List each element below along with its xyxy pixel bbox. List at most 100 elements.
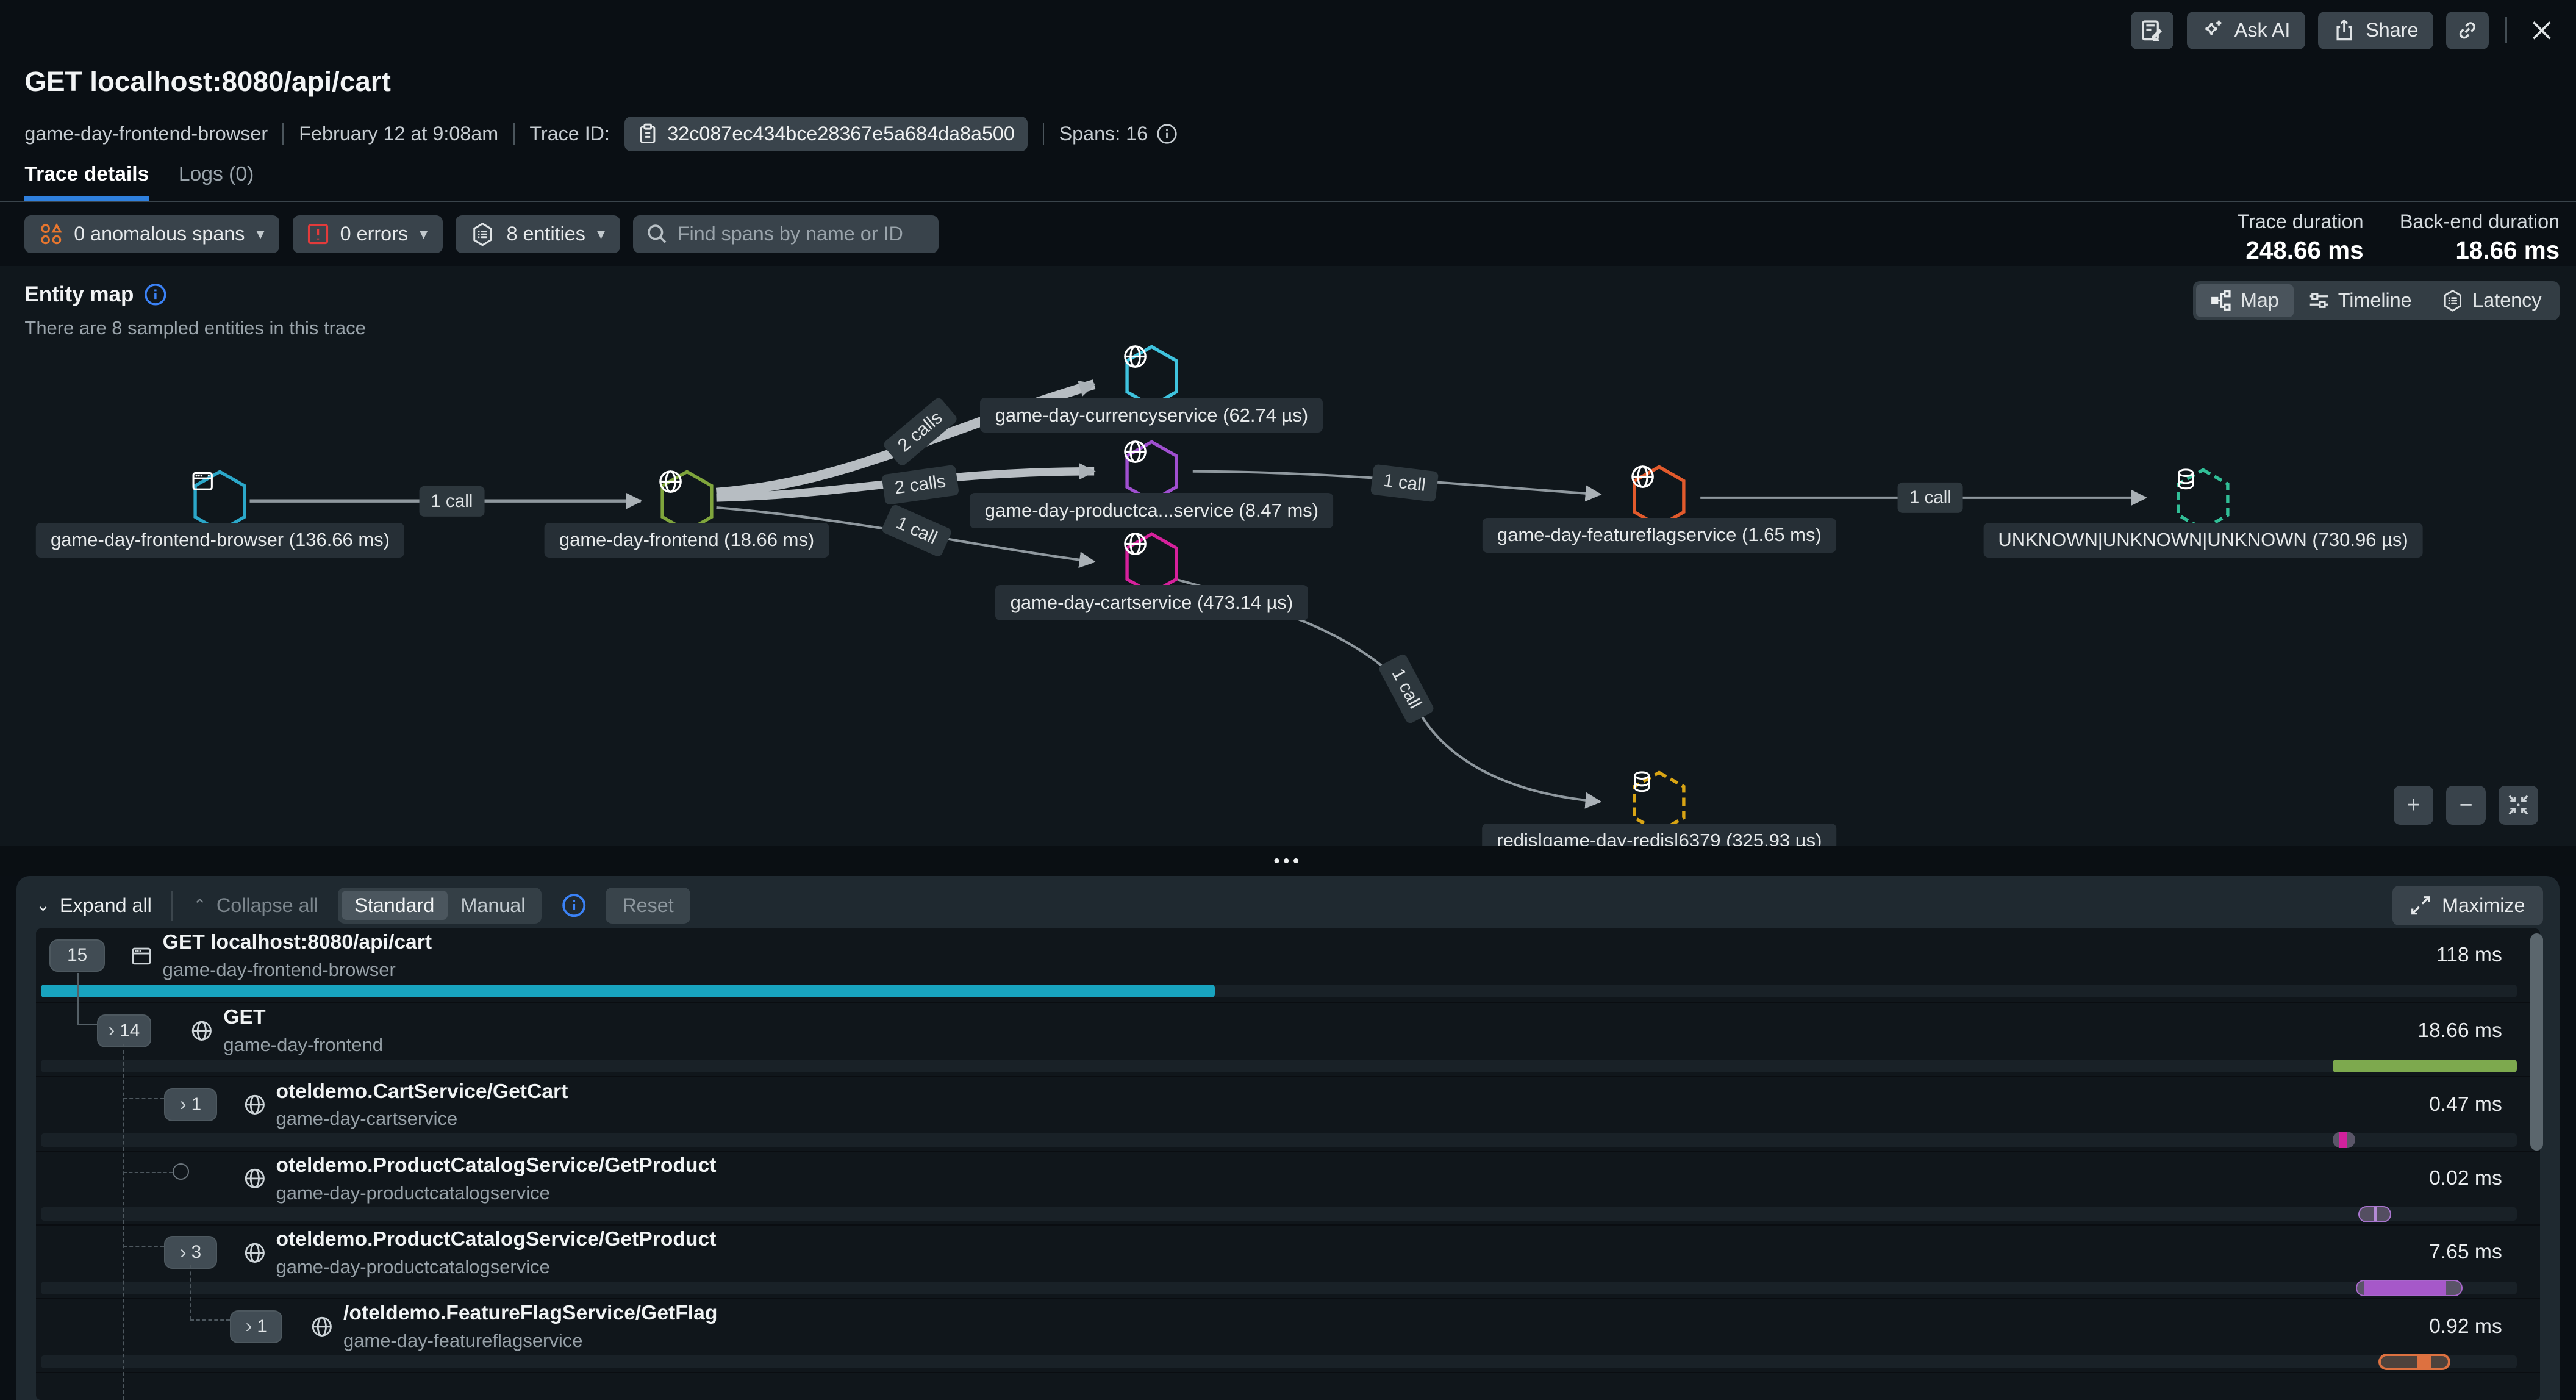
minus-icon: − — [2460, 792, 2473, 818]
tree-connector — [190, 1265, 191, 1319]
close-button[interactable] — [2524, 12, 2560, 48]
filter-bar: 0 anomalous spans ▾ 0 errors ▾ 8 entitie… — [24, 215, 939, 253]
span-bar[interactable] — [2356, 1280, 2463, 1296]
span-timeline-track — [41, 985, 2517, 998]
globe-icon — [190, 1019, 213, 1043]
span-bar[interactable] — [2378, 1354, 2451, 1370]
fit-view-button[interactable] — [2499, 786, 2538, 825]
globe-icon — [243, 1093, 267, 1116]
tree-connector — [77, 973, 79, 1024]
span-row[interactable]: › 1 /oteldemo.FeatureFlagService/GetFlag… — [36, 1298, 2540, 1372]
reset-button[interactable]: Reset — [606, 888, 690, 924]
collapse-all-button[interactable]: ⌃ Collapse all — [193, 894, 318, 917]
share-button[interactable]: Share — [2318, 12, 2433, 49]
span-duration: 0.02 ms — [2429, 1167, 2540, 1190]
errors-filter[interactable]: 0 errors ▾ — [293, 215, 443, 253]
entity-label-featureflagservice[interactable]: game-day-featureflagservice (1.65 ms) — [1483, 518, 1836, 553]
expand-all-button[interactable]: ⌄ Expand all — [36, 894, 152, 917]
span-row[interactable]: › 14 GET game-day-frontend 18.66 ms — [36, 1002, 2540, 1076]
span-name: oteldemo.ProductCatalogService/GetProduc… — [276, 1154, 717, 1177]
tree-connector — [77, 1024, 97, 1025]
panel-resize-strip: ••• — [0, 846, 2576, 875]
entity-label-frontend-browser[interactable]: game-day-frontend-browser (136.66 ms) — [36, 523, 404, 558]
share-label: Share — [2366, 19, 2418, 41]
span-name: GET localhost:8080/api/cart — [163, 931, 432, 954]
span-bar[interactable] — [41, 985, 1214, 998]
span-row[interactable]: › 3 oteldemo.ProductCatalogService/GetPr… — [36, 1224, 2540, 1298]
span-duration: 0.92 ms — [2429, 1315, 2540, 1338]
span-service: game-day-frontend — [223, 1034, 383, 1055]
tab-trace-details[interactable]: Trace details — [24, 163, 149, 201]
span-timeline-track — [41, 1282, 2517, 1295]
span-name: oteldemo.ProductCatalogService/GetProduc… — [276, 1228, 717, 1251]
trace-details-window: Ask AI Share GET localhost:8080/api/ — [0, 0, 2576, 1400]
span-row[interactable]: oteldemo.ProductCatalogService/GetProduc… — [36, 1151, 2540, 1224]
entities-hexagon-icon — [470, 222, 495, 246]
collapse-arrows-icon — [2508, 794, 2529, 816]
tree-connector — [190, 1319, 230, 1321]
span-duration: 7.65 ms — [2429, 1241, 2540, 1264]
entities-filter[interactable]: 8 entities ▾ — [456, 215, 620, 253]
span-service: game-day-productcatalogservice — [276, 1182, 717, 1204]
share-icon — [2333, 19, 2356, 42]
info-icon[interactable] — [562, 893, 586, 917]
span-service: game-day-featureflagservice — [343, 1330, 717, 1351]
span-timeline-track — [41, 1060, 2517, 1073]
clipboard-icon — [638, 123, 657, 145]
entity-label-currencyservice[interactable]: game-day-currencyservice (62.74 µs) — [980, 398, 1323, 433]
span-bar[interactable] — [2358, 1206, 2391, 1222]
span-row[interactable]: 15 GET localhost:8080/api/cart game-day-… — [36, 928, 2540, 1002]
tree-connector — [123, 1098, 164, 1099]
ask-ai-label: Ask AI — [2234, 19, 2291, 41]
span-bar[interactable] — [2333, 1132, 2356, 1148]
span-duration: 0.47 ms — [2429, 1093, 2540, 1116]
sparkle-icon — [2202, 19, 2225, 42]
expand-span-badge[interactable]: › 1 — [164, 1088, 216, 1121]
span-count-badge[interactable]: 15 — [49, 939, 106, 972]
expand-span-badge[interactable]: › 14 — [97, 1014, 151, 1047]
tab-bar: Trace details Logs (0) — [0, 163, 2576, 203]
maximize-button[interactable]: Maximize — [2392, 886, 2543, 925]
link-icon — [2456, 19, 2479, 42]
collapse-all-label: Collapse all — [216, 894, 318, 917]
toolbar-divider — [2505, 17, 2507, 43]
trace-id-value: 32c087ec434bce28367e5a684da8a500 — [667, 123, 1015, 145]
span-duration: 118 ms — [2436, 944, 2540, 967]
copy-link-button[interactable] — [2446, 12, 2489, 49]
search-input[interactable] — [678, 223, 926, 245]
span-row[interactable]: › 1 oteldemo.CartService/GetCart game-da… — [36, 1076, 2540, 1150]
zoom-out-button[interactable]: − — [2446, 786, 2486, 825]
meta-separator — [1043, 123, 1045, 146]
expand-all-label: Expand all — [60, 894, 152, 917]
ask-ai-button[interactable]: Ask AI — [2187, 12, 2305, 49]
entity-label-unknown[interactable]: UNKNOWN|UNKNOWN|UNKNOWN (730.96 µs) — [1983, 523, 2423, 558]
zoom-in-button[interactable]: + — [2394, 786, 2433, 825]
scrollbar-thumb[interactable] — [2530, 933, 2544, 1151]
tab-logs[interactable]: Logs (0) — [179, 163, 254, 201]
expand-span-badge[interactable]: › 1 — [230, 1310, 282, 1343]
expand-span-badge[interactable]: › 3 — [164, 1236, 216, 1269]
mode-standard-button[interactable]: Standard — [342, 891, 448, 920]
entities-label: 8 entities — [507, 223, 585, 245]
entity-label-cartservice[interactable]: game-day-cartservice (473.14 µs) — [995, 585, 1308, 620]
trace-id-copy-button[interactable]: 32c087ec434bce28367e5a684da8a500 — [624, 117, 1028, 151]
meta-separator — [282, 123, 284, 146]
anomalous-spans-label: 0 anomalous spans — [74, 223, 245, 245]
resize-handle[interactable]: ••• — [1273, 851, 1302, 872]
trace-duration-label: Trace duration — [2237, 210, 2363, 233]
errors-label: 0 errors — [340, 223, 408, 245]
mode-manual-button[interactable]: Manual — [448, 891, 538, 920]
info-icon[interactable] — [1156, 123, 1178, 145]
waterfall-controls: ⌄ Expand all ⌃ Collapse all Standard Man… — [36, 888, 690, 924]
span-row[interactable] — [36, 1372, 2540, 1400]
tree-connector — [123, 1044, 124, 1400]
entity-label-productcatalogservice[interactable]: game-day-productca...service (8.47 ms) — [970, 493, 1334, 528]
chevron-right-icon: › — [246, 1316, 252, 1335]
span-bar[interactable] — [2333, 1060, 2517, 1073]
entity-map-section: Entity map There are 8 sampled entities … — [0, 266, 2576, 846]
globe-icon — [243, 1241, 267, 1265]
anomalous-spans-filter[interactable]: 0 anomalous spans ▾ — [24, 215, 279, 253]
span-service: game-day-cartservice — [276, 1108, 568, 1129]
notes-button[interactable] — [2131, 12, 2174, 49]
entity-label-frontend[interactable]: game-day-frontend (18.66 ms) — [545, 523, 829, 558]
